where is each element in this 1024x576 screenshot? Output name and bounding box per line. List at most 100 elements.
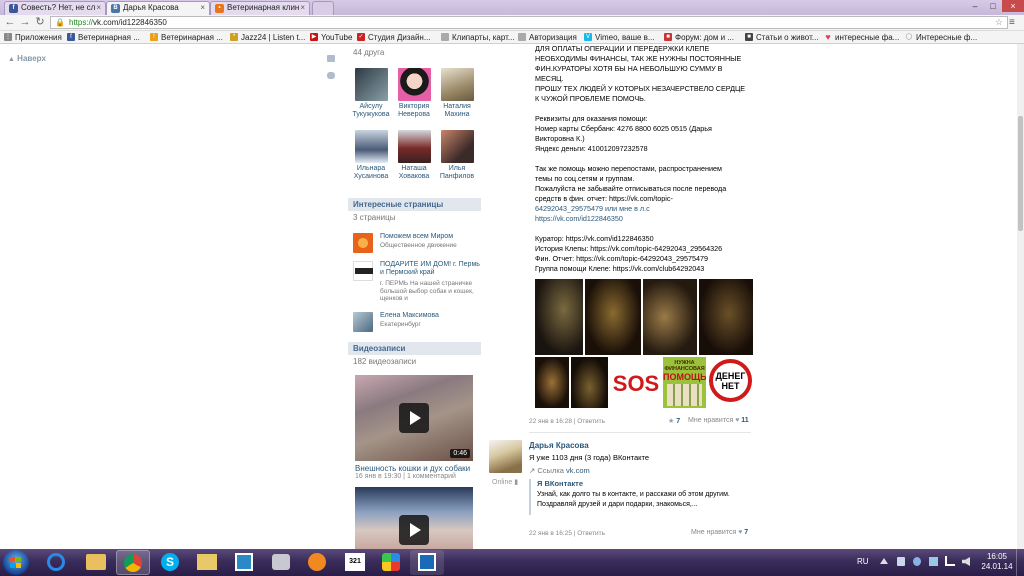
- friend-card[interactable]: Айсулу Тукужукова: [351, 68, 391, 119]
- post-like-button[interactable]: Мне нравится ♥ 7: [691, 529, 748, 536]
- interesting-page-item[interactable]: Поможем всем Миром Общественное движение: [353, 233, 481, 257]
- close-icon[interactable]: ×: [300, 2, 305, 14]
- bookmark-item[interactable]: ▶ YouTube: [310, 32, 352, 43]
- play-icon[interactable]: [399, 403, 429, 433]
- bookmark-item[interactable]: ✓ Студия Дизайн...: [357, 32, 431, 43]
- folder-icon[interactable]: [190, 551, 224, 574]
- media-app-icon[interactable]: [264, 551, 298, 574]
- attached-link[interactable]: ↗ Ссылка vk.com: [529, 466, 590, 475]
- interesting-pages-header[interactable]: Интересные страницы: [348, 198, 481, 211]
- back-arrow-icon[interactable]: ←: [4, 16, 16, 29]
- tray-expand-icon[interactable]: [880, 558, 888, 564]
- interesting-page-item[interactable]: Елена Максимова Екатеринбург: [353, 312, 481, 336]
- link-url[interactable]: vk.com: [566, 466, 590, 475]
- video-thumbnail[interactable]: [355, 487, 473, 549]
- photo-viewer-icon[interactable]: [227, 551, 261, 574]
- post-date-reply[interactable]: 22 янв в 16:28 | Ответить: [529, 418, 605, 425]
- post-photo[interactable]: [585, 279, 641, 355]
- bookmark-item[interactable]: * Jazz24 | Listen t...: [230, 32, 305, 43]
- maximize-icon[interactable]: □: [984, 0, 1002, 12]
- friend-card[interactable]: Наташа Ховакова: [394, 130, 434, 181]
- post-author[interactable]: Дарья Красова: [529, 441, 589, 450]
- bookmark-star-icon[interactable]: ☆: [995, 17, 1003, 28]
- skype-icon[interactable]: S: [152, 551, 188, 574]
- friend-avatar[interactable]: [354, 68, 388, 101]
- post-photo[interactable]: [535, 357, 569, 408]
- tab-3[interactable]: • Ветеринарная клин ×: [210, 1, 310, 15]
- video-item[interactable]: 0:46 Внешность кошки и дух собаки 16 янв…: [355, 375, 473, 480]
- paint-app-icon[interactable]: [374, 551, 408, 574]
- bookmark-item[interactable]: ! Ветеринарная ...: [150, 32, 223, 43]
- friend-avatar[interactable]: [397, 68, 431, 101]
- menu-icon[interactable]: ≡: [1009, 16, 1021, 29]
- post-date-reply[interactable]: 22 янв в 16:25 | Ответить: [529, 530, 605, 537]
- new-tab-button[interactable]: [312, 1, 334, 15]
- friend-card[interactable]: Виктория Неверова: [394, 68, 434, 119]
- videos-header[interactable]: Видеозаписи: [348, 342, 481, 355]
- post-link[interactable]: 64292043_29575479 или мне в л.с: [535, 204, 757, 214]
- friend-card[interactable]: Ильнара Хусаинова: [351, 130, 391, 181]
- post-photo[interactable]: [571, 357, 608, 408]
- link-preview-title[interactable]: Я ВКонтакте: [537, 479, 753, 488]
- minimize-icon[interactable]: –: [966, 0, 984, 12]
- close-icon[interactable]: ×: [200, 2, 205, 14]
- post-like-button[interactable]: Мне нравится ♥ 11: [688, 417, 749, 424]
- ie-icon[interactable]: [36, 551, 76, 574]
- bluetooth-icon[interactable]: [913, 557, 921, 566]
- bookmark-item[interactable]: Авторизация: [518, 32, 577, 43]
- video-title[interactable]: Внешность кошки и дух собаки: [355, 464, 473, 473]
- post-photo[interactable]: [699, 279, 753, 355]
- friend-avatar[interactable]: [397, 130, 431, 163]
- battery-icon[interactable]: [929, 557, 938, 566]
- chat-bubble-icon[interactable]: [327, 72, 335, 79]
- bookmark-item[interactable]: V Vimeo, ваше в...: [584, 32, 655, 43]
- bookmark-item[interactable]: ■ Форум: дом и ...: [664, 32, 734, 43]
- interesting-page-name[interactable]: Елена Максимова: [380, 312, 480, 320]
- post-link[interactable]: https://vk.com/id122846350: [535, 214, 757, 224]
- friend-avatar[interactable]: [440, 130, 474, 163]
- post-photo[interactable]: [535, 279, 583, 355]
- video-item[interactable]: [355, 487, 473, 549]
- friend-card[interactable]: Илья Панфилов: [437, 130, 477, 181]
- bookmark-item[interactable]: ◯ Интересные ф...: [905, 32, 978, 43]
- friend-card[interactable]: Наталия Махина: [437, 68, 477, 119]
- explorer-icon[interactable]: [78, 551, 114, 574]
- post-photo[interactable]: [643, 279, 697, 355]
- friend-avatar[interactable]: [354, 130, 388, 163]
- scroll-thumb[interactable]: [1018, 116, 1023, 231]
- page-scrollbar[interactable]: [1017, 44, 1024, 549]
- reload-icon[interactable]: ↻: [34, 16, 46, 29]
- network-icon[interactable]: [945, 556, 955, 566]
- url-input[interactable]: 🔒 https://vk.com/id122846350 ☆: [50, 16, 1008, 29]
- show-desktop-button[interactable]: [1016, 549, 1024, 576]
- interesting-page-name[interactable]: ПОДАРИТЕ ИМ ДОМ! г. Пермь и Пермский кра…: [380, 261, 480, 279]
- play-icon[interactable]: [399, 515, 429, 545]
- video-thumbnail[interactable]: 0:46: [355, 375, 473, 461]
- post-share-count[interactable]: ★ 7: [668, 417, 680, 425]
- mail-icon[interactable]: [327, 55, 335, 62]
- close-icon[interactable]: ×: [96, 2, 101, 14]
- interesting-page-name[interactable]: Поможем всем Миром: [380, 233, 480, 241]
- author-avatar[interactable]: [489, 440, 522, 473]
- bookmark-item[interactable]: Клипарты, карт...: [441, 32, 515, 43]
- bookmark-item[interactable]: ⋮ Приложения: [4, 32, 62, 43]
- friend-avatar[interactable]: [440, 68, 474, 101]
- forward-arrow-icon[interactable]: →: [19, 16, 31, 29]
- scroll-to-top-link[interactable]: ▲ Наверх: [8, 54, 46, 63]
- calendar-app-icon[interactable]: 321: [338, 551, 372, 574]
- image-editor-icon[interactable]: [410, 550, 444, 575]
- volume-icon[interactable]: [962, 557, 970, 566]
- bookmark-item[interactable]: ■ Статьи о живот...: [745, 32, 819, 43]
- link-preview[interactable]: Я ВКонтакте Узнай, как долго ты в контак…: [529, 479, 753, 515]
- close-window-icon[interactable]: ×: [1002, 0, 1024, 12]
- chrome-taskbar-icon[interactable]: [116, 550, 150, 575]
- bookmark-item[interactable]: f Ветеринарная ...: [67, 32, 140, 43]
- clock[interactable]: 16:05 24.01.14: [980, 552, 1014, 572]
- no-money-image[interactable]: ДЕНЕГ НЕТ: [707, 357, 754, 408]
- bookmark-item[interactable]: ♥ интересные фа...: [824, 32, 899, 43]
- tab-1[interactable]: f Совесть? Нет, не сл ×: [4, 1, 106, 15]
- tab-2[interactable]: B Дарья Красова ×: [106, 1, 210, 15]
- language-indicator[interactable]: RU: [857, 557, 869, 566]
- interesting-page-item[interactable]: ПОДАРИТЕ ИМ ДОМ! г. Пермь и Пермский кра…: [353, 261, 481, 305]
- media-player-icon[interactable]: [300, 551, 334, 574]
